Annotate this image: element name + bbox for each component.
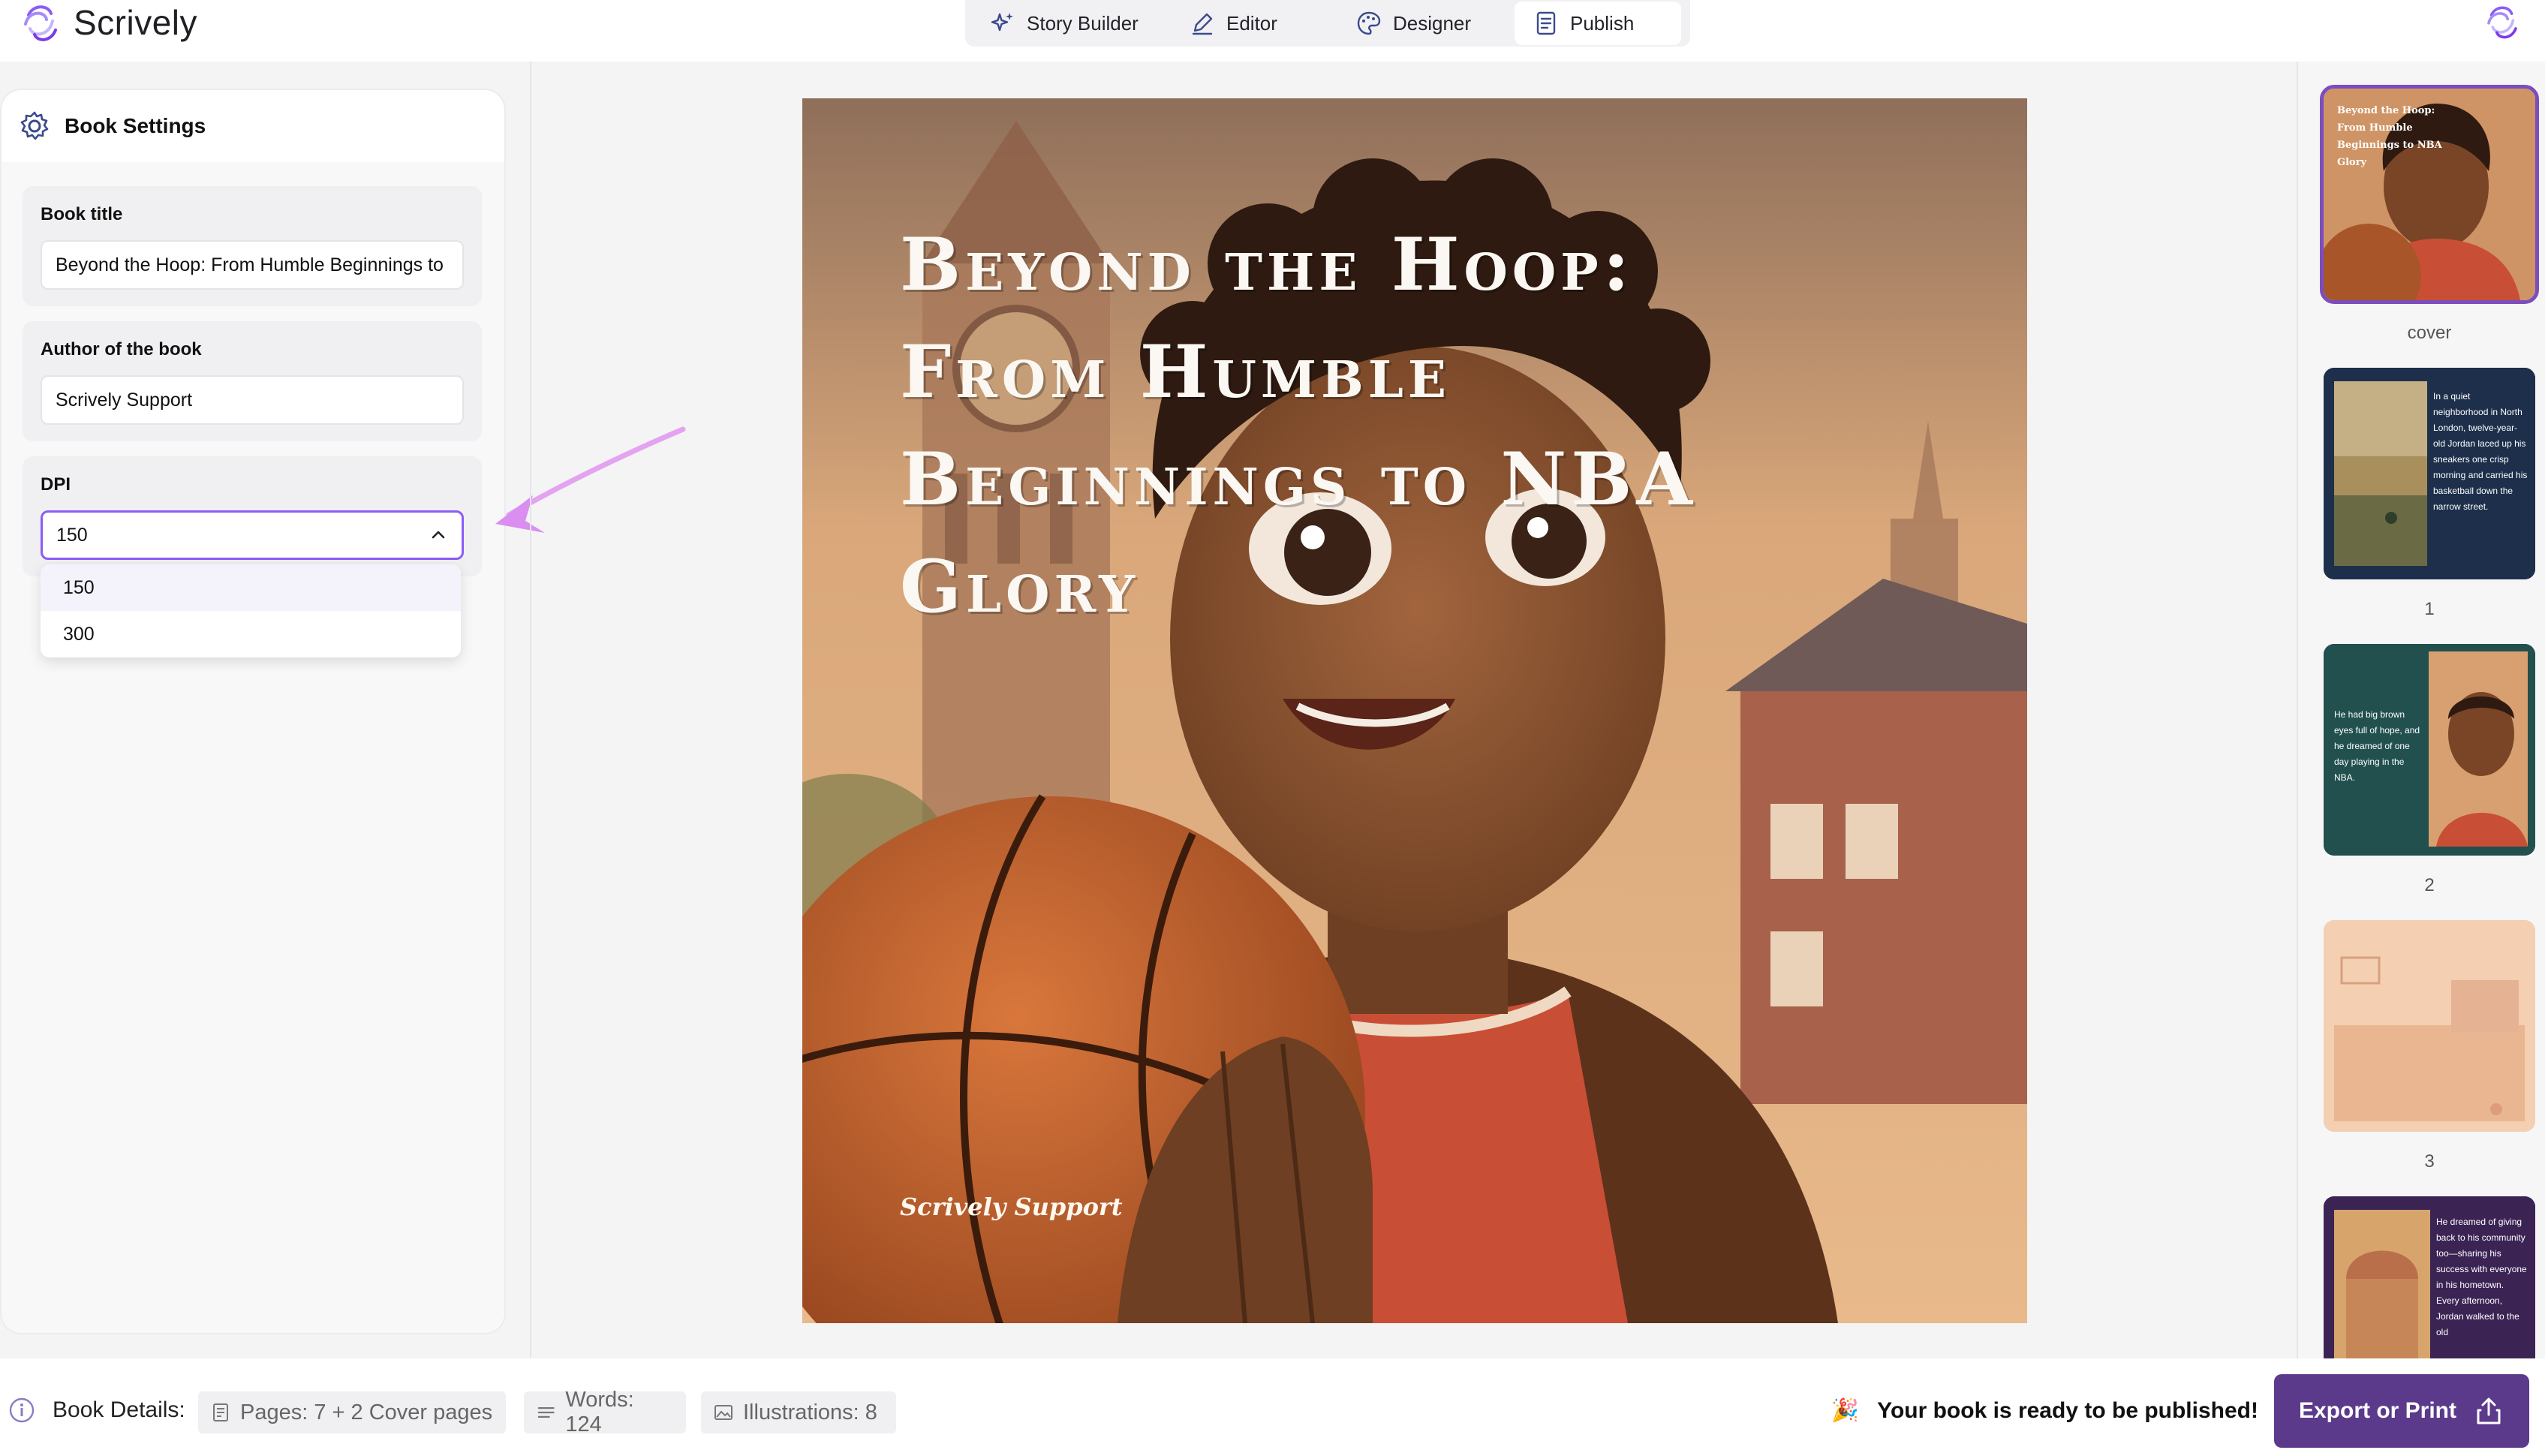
thumbnail-label: 3 <box>2424 1151 2435 1172</box>
book-title-input[interactable]: Beyond the Hoop: From Humble Beginnings … <box>41 240 464 290</box>
cover-author: Scrively Support <box>900 1193 1123 1221</box>
tab-label: Editor <box>1226 11 1277 35</box>
gear-icon <box>20 111 49 140</box>
main-tabs: Story Builder Editor Designer Publish <box>965 0 1690 47</box>
bottom-bar: Book Details: Pages: 7 + 2 Cover pages W… <box>0 1358 2545 1456</box>
words-chip: Words: 124 <box>524 1388 686 1436</box>
app-name: Scrively <box>74 3 198 42</box>
palette-icon <box>1357 11 1381 35</box>
top-bar: Scrively Story Builder Editor Designer P… <box>0 0 2545 62</box>
lines-icon <box>537 1406 555 1418</box>
export-button-label: Export or Print <box>2298 1398 2456 1423</box>
image-icon <box>714 1405 733 1420</box>
app-logo[interactable]: Scrively <box>18 0 197 45</box>
pages-count: Pages: 7 + 2 Cover pages <box>240 1400 493 1424</box>
book-details-label: Book Details: <box>53 1397 185 1422</box>
left-divider <box>530 62 531 1360</box>
thumbnail-label: 1 <box>2424 599 2435 619</box>
sparkles-icon <box>991 13 1013 32</box>
info-icon[interactable] <box>9 1397 35 1423</box>
thumbnail-image <box>2324 920 2535 1132</box>
dpi-selected-value: 150 <box>56 524 88 546</box>
tab-designer[interactable]: Designer <box>1337 2 1515 45</box>
pages-icon <box>213 1403 228 1421</box>
book-settings-panel: Book Settings Book title Beyond the Hoop… <box>0 89 506 1334</box>
book-cover-preview[interactable]: Beyond the Hoop: From Humble Beginnings … <box>802 98 2027 1323</box>
scrively-logo-icon[interactable] <box>2482 2 2522 42</box>
settings-title: Book Settings <box>65 114 206 137</box>
ready-message: 🎉 Your book is ready to be published! <box>1831 1397 2258 1424</box>
dpi-field-group: DPI 150 <box>23 456 482 576</box>
thumbnail-cover-title: Beyond the Hoop: From Humble Beginnings … <box>2337 102 2525 171</box>
tab-publish[interactable]: Publish <box>1515 2 1681 45</box>
scrively-logo-icon <box>24 5 57 41</box>
dpi-option-150[interactable]: 150 <box>41 564 461 611</box>
illustrations-count: Illustrations: 8 <box>743 1400 877 1424</box>
thumbnail-page-text: He had big brown eyes full of hope, and … <box>2334 709 2420 783</box>
thumbnail-page-text: In a quiet neighborhood in North London,… <box>2433 391 2528 512</box>
thumbnail-page-text: He dreamed of giving back to his communi… <box>2436 1217 2527 1337</box>
annotation-arrow-icon <box>495 426 686 533</box>
tab-label: Story Builder <box>1027 11 1139 35</box>
pencil-icon <box>1192 13 1213 35</box>
dpi-select[interactable]: 150 <box>41 510 464 560</box>
author-field-group: Author of the book Scrively Support <box>23 321 482 441</box>
book-title-label: Book title <box>41 204 123 224</box>
author-label: Author of the book <box>41 339 202 359</box>
tab-editor[interactable]: Editor <box>1171 2 1337 45</box>
export-or-print-button[interactable]: Export or Print <box>2274 1374 2529 1448</box>
cover-title-line: Glory <box>900 544 1139 629</box>
party-popper-icon: 🎉 <box>1831 1398 1860 1423</box>
page-thumbnails: Beyond the Hoop: From Humble Beginnings … <box>2298 62 2545 1360</box>
thumbnail-title-line: Beginnings to NBA <box>2337 140 2442 151</box>
book-title-field-group: Book title Beyond the Hoop: From Humble … <box>23 186 482 306</box>
tab-label: Designer <box>1393 11 1472 35</box>
illustrations-chip: Illustrations: 8 <box>701 1391 896 1433</box>
settings-header: Book Settings <box>2 90 504 162</box>
words-count: Words: 124 <box>565 1388 634 1436</box>
thumbnail-label: 2 <box>2424 875 2435 895</box>
thumbnail-page-3[interactable] <box>2324 920 2535 1132</box>
document-icon <box>1536 11 1556 35</box>
thumbnail-page-1[interactable]: In a quiet neighborhood in North London,… <box>2324 368 2535 579</box>
cover-title: Beyond the Hoop: From Humble Beginnings … <box>900 211 1951 640</box>
thumbnail-title-line: Beyond the Hoop: <box>2337 105 2435 116</box>
author-input[interactable]: Scrively Support <box>41 375 464 425</box>
tab-label: Publish <box>1570 11 1635 35</box>
ready-text: Your book is ready to be published! <box>1877 1397 2258 1423</box>
thumbnail-title-line: Glory <box>2337 157 2367 168</box>
dpi-dropdown-menu: 150 300 <box>41 564 461 657</box>
thumbnail-cover[interactable]: Beyond the Hoop: From Humble Beginnings … <box>2320 85 2539 304</box>
cover-title-line: From Humble <box>900 329 1451 414</box>
dpi-label: DPI <box>41 474 71 495</box>
dpi-option-300[interactable]: 300 <box>41 611 461 657</box>
share-upload-icon <box>2477 1397 2501 1424</box>
thumbnail-label: cover <box>2407 323 2452 343</box>
thumbnail-title-line: From Humble <box>2337 122 2413 134</box>
thumbnail-page-2[interactable]: He had big brown eyes full of hope, and … <box>2324 644 2535 856</box>
thumbnail-page-4[interactable]: He dreamed of giving back to his communi… <box>2324 1196 2535 1360</box>
cover-title-line: Beginnings to NBA <box>900 437 1697 522</box>
tab-story-builder[interactable]: Story Builder <box>971 2 1171 45</box>
cover-title-line: Beyond the Hoop: <box>900 222 1635 307</box>
chevron-up-icon <box>432 531 445 539</box>
pages-chip: Pages: 7 + 2 Cover pages <box>198 1391 506 1433</box>
